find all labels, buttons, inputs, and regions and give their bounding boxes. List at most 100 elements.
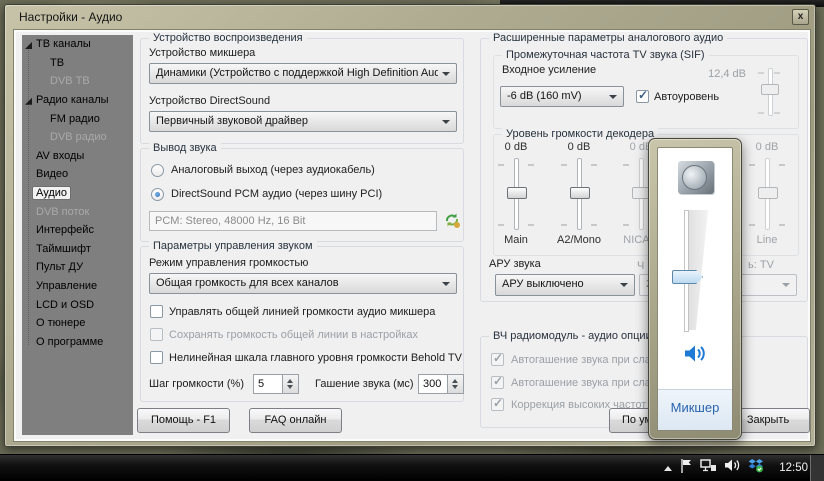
show-desktop-button[interactable]	[810, 455, 824, 481]
autolevel-checkbox[interactable]	[636, 90, 649, 103]
sif-group: Промежуточная частота TV звука (SIF) Вхо…	[493, 55, 799, 129]
sidebar-item[interactable]: DVB радио	[22, 128, 133, 147]
group-title: Параметры управления звуком	[149, 240, 317, 252]
decoder-channel-label: Line	[739, 234, 795, 248]
agc-value: АРУ выключено	[502, 278, 616, 290]
pcm-output-radio[interactable]	[151, 188, 164, 201]
sidebar-item-label: Управление	[36, 280, 97, 292]
analog-output-radio[interactable]	[151, 164, 164, 177]
sidebar-item[interactable]: Аудио	[22, 184, 133, 203]
tree-expander-icon[interactable]	[25, 42, 32, 49]
nonlinear-scale-label[interactable]: Нелинейная шкала главного уровня громкос…	[169, 352, 462, 364]
mixer-device-value: Динамики (Устройство с поддержкой High D…	[156, 67, 438, 79]
faq-button[interactable]: FAQ онлайн	[249, 408, 342, 433]
volume-flyout-body: Микшер	[657, 147, 733, 431]
mixer-device-select[interactable]: Динамики (Устройство с поддержкой High D…	[149, 63, 457, 84]
mute-time-input[interactable]: 300	[418, 374, 448, 394]
input-gain-value: -6 dB (160 mV)	[507, 90, 605, 102]
decoder-volume-column[interactable]: 0 dB Main	[488, 141, 544, 253]
directsound-device-select[interactable]: Первичный звуковой драйвер	[149, 111, 457, 132]
playback-device-group: Устройство воспроизведения Устройство ми…	[140, 38, 464, 144]
sidebar-item[interactable]: ТВ	[22, 54, 133, 73]
hidden-icons-arrow-icon[interactable]	[664, 466, 672, 471]
sif-level-slider	[756, 64, 782, 122]
taskbar[interactable]: 12:50	[0, 454, 824, 481]
mute-volume-icon[interactable]	[684, 344, 708, 368]
chevron-down-icon	[442, 120, 450, 124]
nonlinear-scale-checkbox[interactable]	[150, 351, 163, 364]
sidebar-item-label: О тюнере	[36, 317, 85, 329]
input-gain-label: Входное усиление	[502, 64, 596, 76]
taskbar-clock[interactable]: 12:50	[779, 462, 808, 474]
sidebar-item-label: О программе	[36, 336, 103, 348]
sidebar-item[interactable]: Радио каналы	[22, 91, 133, 110]
agc-select[interactable]: АРУ выключено	[495, 274, 635, 296]
action-center-flag-icon[interactable]	[679, 458, 693, 479]
sidebar-item[interactable]: Управление	[22, 277, 133, 296]
analog-output-label[interactable]: Аналоговый выход (через аудиокабель)	[171, 164, 375, 176]
mixer-device-label: Устройство микшера	[149, 47, 255, 59]
group-title: ВЧ радиомодуль - аудио опции	[489, 330, 656, 342]
tree-expander-icon[interactable]	[25, 98, 32, 105]
checkbox-icon	[491, 376, 504, 389]
close-icon[interactable]: x	[792, 9, 809, 25]
audio-format-refresh-icon[interactable]	[443, 211, 461, 234]
sidebar-item[interactable]: Интерфейс	[22, 221, 133, 240]
sidebar-item[interactable]: LCD и OSD	[22, 295, 133, 314]
volume-step-input[interactable]: 5	[253, 374, 283, 394]
sidebar-item[interactable]: ТВ каналы	[22, 35, 133, 54]
decoder-volume-column[interactable]: 0 dB A2/Mono	[551, 141, 607, 253]
volume-mode-value: Общая громкость для всех каналов	[156, 277, 438, 289]
dropbox-icon[interactable]	[748, 458, 764, 478]
settings-category-tree: ТВ каналы ТВ DVB ТВ Радио каналы FM ради…	[22, 35, 133, 435]
decoder-volume-column[interactable]: 0 dB Line	[739, 141, 795, 253]
sidebar-item[interactable]: О тюнере	[22, 314, 133, 333]
mixer-link[interactable]: Микшер	[671, 400, 720, 415]
sidebar-item-label: AV входы	[36, 150, 84, 162]
slider-thumb[interactable]	[507, 187, 527, 199]
slider-thumb[interactable]	[758, 187, 778, 199]
chevron-down-icon	[782, 283, 790, 287]
volume-mode-label: Режим управления громкостью	[149, 257, 308, 269]
input-gain-select[interactable]: -6 dB (160 mV)	[500, 86, 624, 107]
sidebar-item[interactable]: Пульт ДУ	[22, 258, 133, 277]
speakers-device-icon	[678, 161, 714, 194]
pcm-format-field: PCM: Stereo, 48000 Hz, 16 Bit	[149, 211, 437, 231]
decoder-volume-slider[interactable]	[739, 156, 795, 234]
master-line-label[interactable]: Управлять общей линией громкости аудио м…	[169, 306, 435, 318]
master-line-checkbox[interactable]	[150, 305, 163, 318]
volume-flyout-footer: Микшер	[658, 389, 732, 430]
sidebar-item[interactable]: DVB ТВ	[22, 72, 133, 91]
decoder-db-label: 0 dB	[551, 141, 607, 155]
help-button[interactable]: Помощь - F1	[137, 408, 230, 433]
sidebar-item[interactable]: FM радио	[22, 109, 133, 128]
sidebar-item[interactable]: О программе	[22, 333, 133, 352]
network-icon[interactable]	[700, 458, 717, 478]
sidebar-item[interactable]: DVB поток	[22, 202, 133, 221]
volume-step-stepper[interactable]	[283, 374, 299, 394]
decoder-db-label: 0 dB	[739, 141, 795, 155]
system-tray: 12:50	[664, 455, 808, 481]
save-volume-label: Сохранять громкость общей линии в настро…	[169, 329, 418, 341]
decoder-volume-slider[interactable]	[551, 156, 607, 234]
slider-thumb[interactable]	[570, 187, 590, 199]
volume-tray-icon[interactable]	[724, 458, 741, 478]
pcm-output-label[interactable]: DirectSound PCM аудио (через шину PCI)	[171, 188, 382, 200]
window-titlebar[interactable]: Настройки - Аудио x	[5, 5, 815, 29]
mute-time-stepper[interactable]	[448, 374, 464, 394]
decoder-channel-label: Main	[488, 234, 544, 248]
autolevel-label[interactable]: Автоуровень	[654, 91, 719, 103]
sidebar-item-label: DVB ТВ	[50, 75, 90, 87]
group-title: Расширенные параметры аналогового аудио	[489, 32, 727, 44]
sidebar-item-label: LCD и OSD	[36, 299, 94, 311]
sidebar-item[interactable]: Таймшифт	[22, 240, 133, 259]
sidebar-item-label: Видео	[36, 168, 68, 180]
slider-thumb	[761, 84, 779, 95]
volume-mode-select[interactable]: Общая громкость для всех каналов	[149, 273, 457, 294]
decoder-volume-slider[interactable]	[488, 156, 544, 234]
sidebar-item[interactable]: AV входы	[22, 147, 133, 166]
volume-step-label: Шаг громкости (%)	[149, 378, 244, 390]
sidebar-item[interactable]: Видео	[22, 165, 133, 184]
decoder-db-label: 0 dB	[488, 141, 544, 155]
chevron-down-icon	[620, 283, 628, 287]
